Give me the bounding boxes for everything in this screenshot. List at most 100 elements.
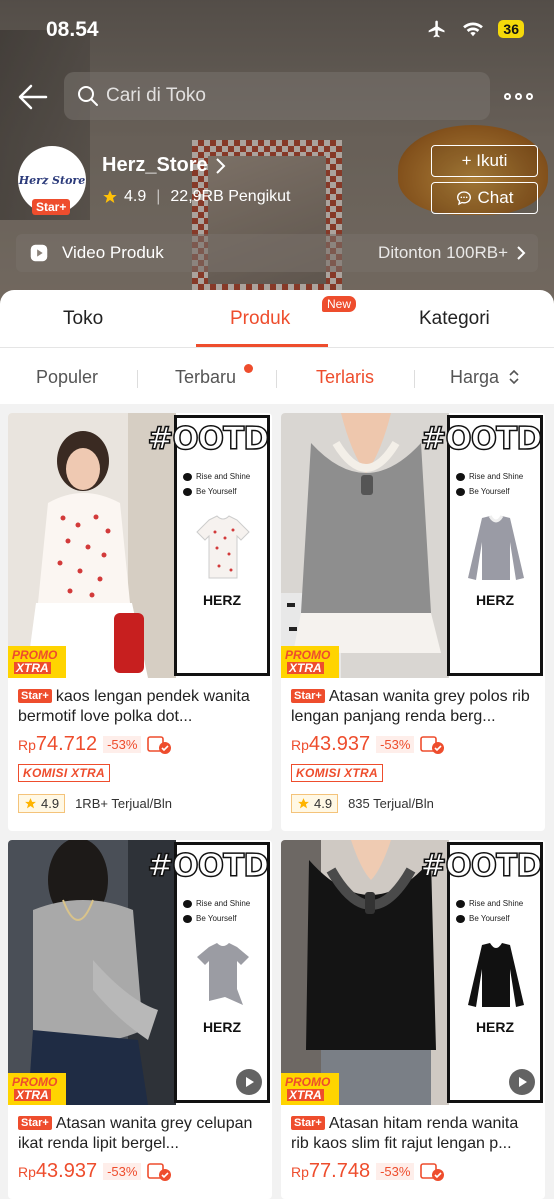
promo-xtra-badge: PROMO XTRA (281, 646, 339, 678)
panel-line: Be Yourself (183, 487, 236, 496)
product-card[interactable]: Rise and Shine Be Yourself HERZ #OOTD PR… (8, 413, 272, 831)
video-play-button[interactable] (236, 1069, 262, 1095)
star-plus-tag: Star+ (291, 689, 325, 703)
video-play-button[interactable] (509, 1069, 535, 1095)
free-shipping-voucher-icon (147, 1162, 172, 1181)
sort-harga-label: Harga (450, 367, 500, 387)
product-title: Star+ Atasan wanita grey polos rib lengan… (291, 686, 535, 726)
product-info: Star+ Atasan wanita grey celupan ikat ren… (8, 1105, 272, 1193)
product-card[interactable]: Rise and Shine Be Yourself HERZ #OOTD PR… (8, 840, 272, 1199)
product-title-text: Atasan wanita grey polos rib lengan panj… (291, 688, 530, 725)
heart-icon (183, 899, 192, 908)
brand-label: HERZ (475, 1019, 515, 1035)
rating-box: 4.9 (291, 794, 339, 813)
more-options-button[interactable] (504, 84, 538, 108)
sort-terbaru[interactable]: Terbaru (175, 367, 236, 388)
promo-bottom-text: XTRA (287, 1088, 324, 1102)
back-button[interactable] (16, 80, 50, 114)
shop-stats: 4.9 | 22,9RB Pengikut (102, 188, 290, 206)
video-bar-label: Video Produk (62, 243, 164, 262)
shop-info: Herz Store Star+ Herz_Store 4.9 | 22,9RB… (18, 145, 538, 218)
ootd-label: #OOTD (420, 420, 543, 458)
star-plus-badge: Star+ (32, 199, 71, 215)
promo-top-text: PROMO (12, 1075, 58, 1089)
free-shipping-voucher-icon (147, 735, 172, 754)
active-tab-indicator (196, 344, 328, 347)
arrow-left-icon (18, 84, 48, 110)
product-price: Rp43.937 (291, 733, 370, 756)
sort-harga[interactable]: Harga (450, 367, 520, 388)
product-image[interactable]: Rise and Shine Be Yourself HERZ #OOTD PR… (8, 413, 272, 678)
rating-box: 4.9 (18, 794, 66, 813)
panel-line1-text: Rise and Shine (469, 899, 524, 908)
chat-button[interactable]: Chat (431, 182, 538, 214)
product-title: Star+ kaos lengan pendek wanita bermotif … (18, 686, 262, 726)
product-info: Star+ Atasan hitam renda wanita rib kaos … (281, 1105, 545, 1193)
panel-line1-text: Rise and Shine (196, 899, 251, 908)
brand-label: HERZ (475, 592, 515, 608)
price-value: 74.712 (35, 733, 98, 755)
discount-badge: -53% (103, 736, 142, 753)
price-currency: Rp (18, 1164, 36, 1180)
promo-xtra-badge: PROMO XTRA (8, 646, 66, 678)
follow-button[interactable]: + Ikuti (431, 145, 538, 177)
panel-line2-text: Be Yourself (196, 914, 237, 923)
shop-banner: 08.54 36 Herz Store Star+ Herz_Store (0, 0, 554, 310)
discount-badge: -53% (103, 1163, 142, 1180)
sort-bar: Populer Terbaru Terlaris Harga (0, 348, 554, 404)
star-icon (103, 190, 117, 203)
product-image[interactable]: Rise and Shine Be Yourself HERZ #OOTD PR… (281, 413, 545, 678)
tab-produk[interactable]: Produk (230, 308, 290, 330)
rating-row: 4.9 835 Terjual/Bln (291, 794, 535, 813)
top-bar (0, 70, 554, 122)
sort-populer[interactable]: Populer (36, 367, 98, 388)
tab-kategori[interactable]: Kategori (419, 308, 490, 330)
panel-line: Be Yourself (456, 914, 509, 923)
price-value: 77.748 (308, 1160, 371, 1182)
mini-shirt-image (468, 943, 524, 1007)
search-input[interactable] (106, 85, 466, 107)
sort-divider (414, 370, 415, 388)
product-image[interactable]: Rise and Shine Be Yourself HERZ #OOTD PR… (8, 840, 272, 1105)
airplane-icon (429, 20, 445, 38)
product-card[interactable]: Rise and Shine Be Yourself HERZ #OOTD PR… (281, 840, 545, 1199)
product-title-text: Atasan wanita grey celupan ikat renda li… (18, 1115, 253, 1152)
video-logo-icon (30, 244, 48, 262)
heart-icon (456, 914, 465, 923)
panel-line: Be Yourself (456, 487, 509, 496)
panel-line: Rise and Shine (183, 899, 250, 908)
panel-line1-text: Rise and Shine (469, 472, 524, 481)
video-produk-bar[interactable]: Video Produk Ditonton 100RB+ (16, 234, 538, 272)
sort-terlaris[interactable]: Terlaris (316, 367, 374, 388)
more-dot-icon (515, 92, 522, 100)
heart-icon (456, 487, 465, 496)
heart-icon (456, 472, 465, 481)
shop-name-link[interactable]: Herz_Store (102, 154, 226, 177)
heart-icon (456, 899, 465, 908)
promo-bottom-text: XTRA (287, 661, 324, 675)
shop-name: Herz_Store (102, 154, 208, 176)
panel-line2-text: Be Yourself (196, 487, 237, 496)
product-info: Star+ Atasan wanita grey polos rib lengan… (281, 678, 545, 823)
price-currency: Rp (18, 737, 36, 753)
terbaru-notification-dot (244, 364, 253, 373)
product-sold: 1RB+ Terjual/Bln (75, 796, 173, 811)
tab-toko[interactable]: Toko (63, 308, 103, 330)
komisi-xtra-badge: KOMISI XTRA (291, 764, 383, 782)
panel-line1-text: Rise and Shine (196, 472, 251, 481)
product-image[interactable]: Rise and Shine Be Yourself HERZ #OOTD PR… (281, 840, 545, 1105)
more-dot-icon (526, 92, 533, 100)
chevron-right-icon (215, 157, 226, 174)
battery-indicator: 36 (498, 20, 524, 38)
product-card[interactable]: Rise and Shine Be Yourself HERZ #OOTD PR… (281, 413, 545, 831)
shop-logo-text: Herz Store (18, 173, 86, 187)
heart-icon (183, 914, 192, 923)
product-rating: 4.9 (314, 796, 333, 811)
price-value: 43.937 (35, 1160, 98, 1182)
promo-xtra-badge: PROMO XTRA (8, 1073, 66, 1105)
product-title: Star+ Atasan hitam renda wanita rib kaos … (291, 1113, 535, 1153)
star-plus-tag: Star+ (18, 689, 52, 703)
star-plus-tag: Star+ (291, 1116, 325, 1130)
search-bar[interactable] (64, 72, 490, 120)
price-row: Rp43.937 -53% (291, 733, 535, 756)
